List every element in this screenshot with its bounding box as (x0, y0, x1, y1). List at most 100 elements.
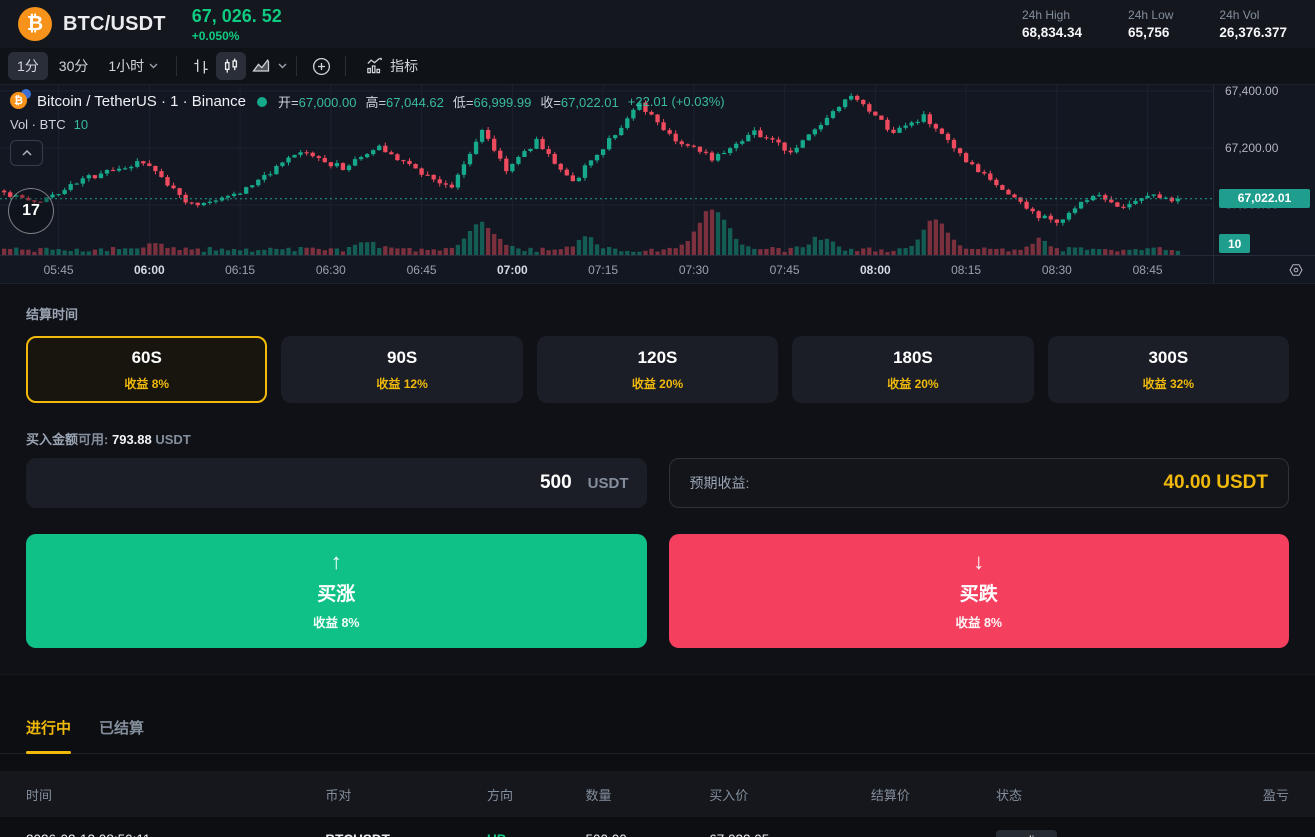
settle-duration: 180S (893, 348, 933, 368)
settle-duration: 90S (387, 348, 417, 368)
expected-profit-box: 预期收益: 40.00 USDT (669, 458, 1290, 508)
compare-add-button[interactable] (306, 52, 336, 80)
time-tick: 06:00 (134, 263, 165, 277)
orders-tab-已结算[interactable]: 已结算 (99, 717, 144, 753)
settle-duration: 300S (1148, 348, 1188, 368)
price-change: +0.050% (192, 29, 282, 43)
time-tick: 08:00 (860, 263, 891, 277)
interval-button-1小时[interactable]: 1小时 (99, 52, 167, 80)
toolbar-divider (345, 56, 346, 76)
settle-profit: 收益 8% (124, 375, 169, 392)
time-tick: 07:30 (679, 263, 709, 277)
settle-profit: 收益 32% (1143, 375, 1194, 392)
price-block: 67, 026. 52 +0.050% (192, 6, 282, 43)
orders-table: 时间币对方向数量买入价结算价状态盈亏 2026-02-12 08:50:11BT… (0, 771, 1315, 837)
column-header: 时间 (26, 785, 325, 804)
settle-option-120S[interactable]: 120S 收益 20% (537, 336, 778, 403)
column-header: 结算价 (871, 785, 996, 804)
order-status-badge: pending (996, 830, 1057, 837)
current-price-badge: 67,022.01 (1219, 189, 1310, 208)
time-axis[interactable]: 05:45 06:00 06:15 06:30 06:45 07:00 07:15 07:30… (0, 255, 1213, 283)
order-settle-price: -- (871, 832, 996, 837)
amount-input[interactable] (44, 472, 572, 494)
stat-value: 68,834.34 (1022, 25, 1082, 40)
stat-label: 24h Low (1128, 8, 1173, 22)
trade-panel: 结算时间 60S收益 8% 90S 收益 12% 120S 收益 20% 180S 收益 2… (0, 284, 1315, 674)
chart-legend: ₿ Bitcoin / TetherUS · 1 · Binance 开=67,… (10, 92, 725, 132)
time-tick: 08:45 (1133, 263, 1163, 277)
toolbar-divider (296, 56, 297, 76)
price-tick: 67,200.00 (1225, 141, 1278, 155)
time-tick: 06:30 (316, 263, 346, 277)
chart-type-dropdown-chevron-icon[interactable] (278, 63, 287, 69)
axis-settings-gear-icon[interactable] (1287, 261, 1305, 279)
column-header: 币对 (325, 785, 487, 804)
time-tick: 06:15 (225, 263, 255, 277)
interval-button-1分[interactable]: 1分 (8, 52, 48, 80)
order-qty: 500.00 (585, 832, 709, 837)
price-axis[interactable]: 67,400.0067,200.0067,000.0067,022.0110 (1213, 85, 1315, 255)
settle-option-90S[interactable]: 90S 收益 12% (281, 336, 522, 403)
buy-down-button[interactable]: ↓ 买跌 收益 8% (669, 534, 1290, 648)
amount-input-box: USDT (26, 458, 647, 508)
chart-plot-area[interactable]: ₿ Bitcoin / TetherUS · 1 · Binance 开=67,… (0, 85, 1213, 255)
ohlc-values: 开=67,000.00 高=67,044.62 低=66,999.99 收=67… (278, 92, 725, 111)
time-tick: 07:00 (497, 263, 528, 277)
column-header: 状态 (996, 785, 1172, 804)
interval-dropdown-chevron-icon (149, 63, 158, 69)
indicators-label: 指标 (390, 56, 418, 76)
column-header: 盈亏 (1171, 785, 1288, 804)
orders-tab-进行中[interactable]: 进行中 (26, 717, 71, 753)
expected-profit-value: 40.00 USDT (1163, 472, 1268, 494)
buy-up-button[interactable]: ↑ 买涨 收益 8% (26, 534, 647, 648)
up-arrow-icon: ↑ (331, 551, 342, 573)
settle-profit: 收益 20% (632, 375, 683, 392)
settle-option-180S[interactable]: 180S 收益 20% (792, 336, 1033, 403)
settle-profit: 收益 12% (376, 375, 427, 392)
settle-option-60S[interactable]: 60S收益 8% (26, 336, 267, 403)
stat-label: 24h High (1022, 8, 1082, 22)
amount-unit: USDT (588, 475, 629, 492)
pair-title: BTC/USDT (63, 13, 166, 36)
order-buy-price: 67,022.05 (709, 832, 871, 837)
column-header: 买入价 (709, 785, 871, 804)
app-header: ₿ BTC/USDT 67, 026. 52 +0.050% 24h High6… (0, 0, 1315, 48)
order-direction: UP (487, 832, 586, 837)
header-stat: 24h Vol26,376.377 (1219, 8, 1287, 40)
toolbar-divider (176, 56, 177, 76)
order-row: 2026-02-12 08:50:11BTCUSDTUP500.0067,022… (0, 817, 1315, 837)
axis-settings-corner (1213, 255, 1315, 283)
time-tick: 06:45 (407, 263, 437, 277)
candles-chart-type-button[interactable] (216, 52, 246, 80)
volume-legend: Vol · BTC 10 (10, 117, 725, 132)
time-tick: 05:45 (44, 263, 74, 277)
last-price: 67, 026. 52 (192, 6, 282, 27)
time-tick: 08:15 (951, 263, 981, 277)
stat-label: 24h Vol (1219, 8, 1287, 22)
area-chart-type-button[interactable] (246, 52, 276, 80)
interval-button-30分[interactable]: 30分 (50, 52, 98, 80)
expected-profit-label: 预期收益: (690, 473, 750, 493)
legend-collapse-button[interactable] (10, 140, 43, 166)
down-arrow-icon: ↓ (973, 551, 984, 573)
stat-value: 65,756 (1128, 25, 1173, 40)
indicators-icon (364, 56, 385, 76)
chart-toolbar: 1分30分1小时 指标 (0, 48, 1315, 85)
orders-section: 进行中已结算 时间币对方向数量买入价结算价状态盈亏 2026-02-12 08:… (0, 674, 1315, 837)
indicators-button[interactable]: 指标 (355, 52, 427, 80)
settle-profit: 收益 20% (887, 375, 938, 392)
settle-option-300S[interactable]: 300S 收益 32% (1048, 336, 1289, 403)
tradingview-watermark: 17 (8, 188, 54, 234)
market-status-dot-icon (257, 97, 267, 107)
time-tick: 07:15 (588, 263, 618, 277)
settle-time-label: 结算时间 (26, 304, 1289, 323)
chart-symbol-title[interactable]: Bitcoin / TetherUS · 1 · Binance (37, 93, 246, 110)
order-time: 2026-02-12 08:50:11 (26, 832, 325, 837)
header-stat: 24h High 68,834.34 (1022, 8, 1082, 40)
btc-coin-icon: ₿ (10, 92, 29, 111)
available-balance: 可用: 793.88 USDT (78, 429, 191, 448)
settle-duration: 120S (638, 348, 678, 368)
column-header: 数量 (585, 785, 709, 804)
bars-chart-type-button[interactable] (186, 52, 216, 80)
order-pair: BTCUSDT (325, 832, 487, 837)
